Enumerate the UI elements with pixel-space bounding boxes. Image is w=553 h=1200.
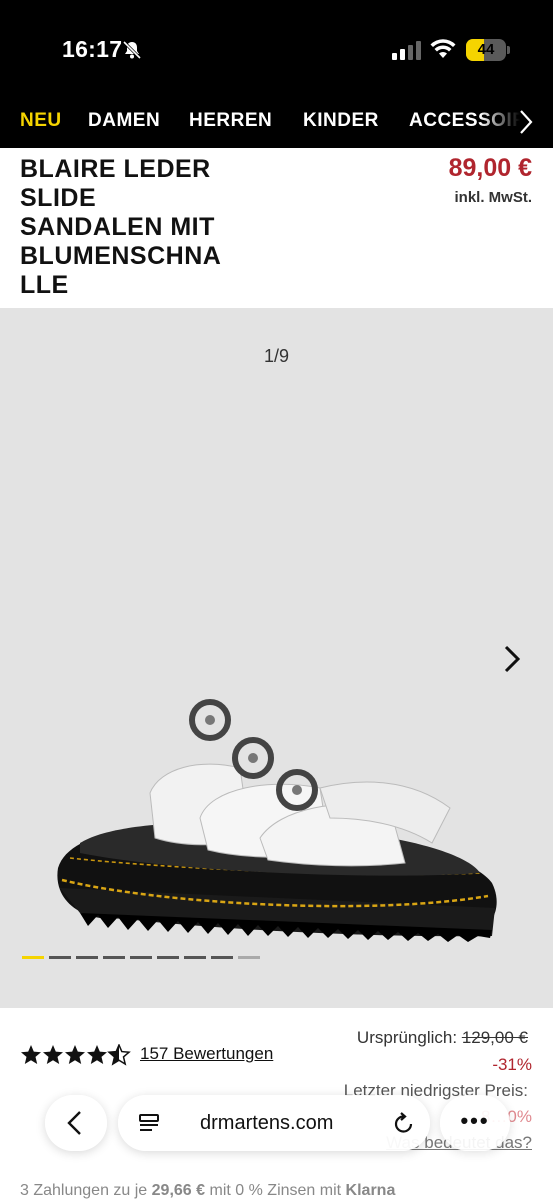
reader-mode-icon[interactable] <box>138 1112 160 1134</box>
gallery-dot[interactable] <box>76 956 98 959</box>
nav-item-kinder[interactable]: KINDER <box>303 110 379 132</box>
gallery-dot[interactable] <box>22 956 44 959</box>
chevron-left-icon <box>67 1111 81 1135</box>
more-options-button[interactable]: ••• <box>440 1095 510 1151</box>
status-bar: 16:17 44 <box>0 0 553 98</box>
wifi-icon <box>430 39 456 58</box>
nav-item-damen[interactable]: DAMEN <box>88 110 160 132</box>
battery-indicator: 44 <box>466 39 510 61</box>
product-title: BLAIRE LEDER SLIDE SANDALEN MIT BLUMENSC… <box>20 155 222 299</box>
bell-muted-icon <box>122 40 142 60</box>
nav-item-neu[interactable]: NEU <box>20 110 62 132</box>
klarna-installments: 3 Zahlungen zu je 29,66 € mit 0 % Zinsen… <box>20 1182 396 1199</box>
address-bar[interactable]: drmartens.com <box>118 1095 430 1151</box>
gallery-dot[interactable] <box>211 956 233 959</box>
original-price: Ursprünglich: 129,00 € <box>356 1028 528 1047</box>
gallery-dot[interactable] <box>157 956 179 959</box>
more-icon: ••• <box>460 1108 490 1133</box>
image-counter: 1/9 <box>263 346 290 366</box>
product-image-gallery[interactable]: 1/9 <box>0 308 553 1008</box>
gallery-dot[interactable] <box>49 956 71 959</box>
reviews-link[interactable]: 157 Bewertungen <box>140 1044 273 1064</box>
product-price: 89,00 € <box>448 154 532 182</box>
gallery-dot[interactable] <box>238 956 260 959</box>
gallery-dot[interactable] <box>103 956 125 959</box>
gallery-dot[interactable] <box>130 956 152 959</box>
discount-badge: -31% <box>492 1055 532 1074</box>
nav-item-herren[interactable]: HERREN <box>189 110 272 132</box>
browser-back-button[interactable] <box>45 1095 107 1151</box>
url-text: drmartens.com <box>200 1112 334 1134</box>
battery-level: 44 <box>477 41 495 58</box>
gallery-dot[interactable] <box>184 956 206 959</box>
rating-stars-icon <box>21 1044 130 1065</box>
vat-note: inkl. MwSt. <box>454 189 532 206</box>
status-time: 16:17 <box>62 36 123 62</box>
product-image <box>57 699 497 942</box>
signal-icon <box>392 41 421 60</box>
reload-icon[interactable] <box>393 1111 415 1135</box>
nav-scroll-right-icon[interactable] <box>516 108 536 136</box>
category-nav: NEU DAMEN HERREN KINDER ACCESSOIRES <box>0 98 553 148</box>
